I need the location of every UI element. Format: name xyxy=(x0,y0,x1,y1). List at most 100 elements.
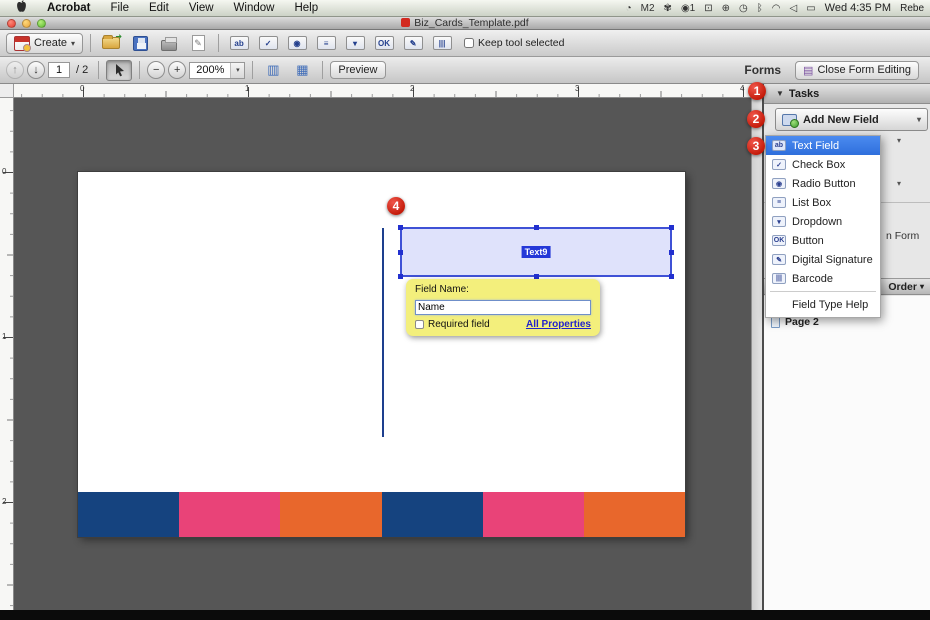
vertical-scrollbar[interactable] xyxy=(751,84,762,610)
menu-item-text-field[interactable]: ab Text Field xyxy=(766,136,880,155)
edit-document-button[interactable]: ✎ xyxy=(185,33,211,54)
airplay-icon[interactable]: ⊡ xyxy=(704,3,712,14)
barcode-tool-button[interactable]: ||| xyxy=(429,33,455,54)
menu-item-check-box[interactable]: ✓ Check Box xyxy=(766,155,880,174)
wifi-icon[interactable]: ◠ xyxy=(772,3,781,14)
form-icon: ▤ xyxy=(803,64,813,77)
selected-text-field[interactable]: Text9 xyxy=(400,227,672,277)
menu-acrobat[interactable]: Acrobat xyxy=(37,2,100,14)
apple-menu-icon[interactable] xyxy=(6,0,37,16)
fit-page-button[interactable]: ▦ xyxy=(289,60,315,81)
ruler-corner xyxy=(0,84,14,98)
menu-window[interactable]: Window xyxy=(224,2,285,14)
app-m2-icon[interactable]: M2 xyxy=(641,3,655,14)
menu-bar-clock[interactable]: Wed 4:35 PM xyxy=(825,2,891,14)
menu-bar-user[interactable]: Rebe xyxy=(900,3,924,14)
add-new-field-button[interactable]: Add New Field ▾ xyxy=(775,108,928,131)
keep-tool-selected-row: Keep tool selected xyxy=(464,37,564,49)
resize-handle[interactable] xyxy=(669,225,674,230)
resize-handle[interactable] xyxy=(398,250,403,255)
tasks-panel-header[interactable]: ▼ Tasks xyxy=(764,84,930,104)
color-block-orange xyxy=(584,492,685,537)
zoom-in-button[interactable]: + xyxy=(168,61,186,79)
print-button[interactable] xyxy=(156,33,182,54)
next-page-button[interactable]: ↓ xyxy=(27,61,45,79)
scrolling-mode-button[interactable]: ▥ xyxy=(260,60,286,81)
resize-handle[interactable] xyxy=(398,274,403,279)
preview-button[interactable]: Preview xyxy=(330,61,385,79)
zoom-out-button[interactable]: − xyxy=(147,61,165,79)
resize-handle[interactable] xyxy=(669,250,674,255)
ruler-mark: 0 xyxy=(2,167,6,176)
resize-handle[interactable] xyxy=(534,225,539,230)
volume-icon[interactable]: ◁ xyxy=(789,3,797,14)
list-box-tool-button[interactable]: ≡ xyxy=(313,33,339,54)
page-number-input[interactable] xyxy=(48,62,70,78)
menu-edit[interactable]: Edit xyxy=(139,2,179,14)
open-file-button[interactable] xyxy=(98,33,124,54)
menu-separator xyxy=(770,291,876,292)
ok-button-icon: OK xyxy=(375,36,394,50)
menu-item-dropdown[interactable]: ▾ Dropdown xyxy=(766,212,880,231)
bluetooth-icon[interactable]: ᛒ xyxy=(757,3,763,14)
text-field-icon: ab xyxy=(772,140,786,151)
radio-button-tool-button[interactable]: ◉ xyxy=(284,33,310,54)
color-block-navy xyxy=(78,492,179,537)
select-object-tool-button[interactable] xyxy=(106,60,132,81)
barcode-icon: ||| xyxy=(772,273,786,284)
menu-item-barcode[interactable]: ||| Barcode xyxy=(766,269,880,288)
menu-item-radio-button[interactable]: ◉ Radio Button xyxy=(766,174,880,193)
all-properties-link[interactable]: All Properties xyxy=(526,319,591,330)
menu-item-list-box[interactable]: ≡ List Box xyxy=(766,193,880,212)
menu-item-field-type-help[interactable]: Field Type Help xyxy=(766,295,880,314)
required-field-checkbox[interactable] xyxy=(415,320,424,329)
check-box-tool-button[interactable]: ✓ xyxy=(255,33,281,54)
keep-tool-selected-checkbox[interactable] xyxy=(464,38,474,48)
chevron-down-icon[interactable]: ▾ xyxy=(897,179,901,188)
save-file-button[interactable] xyxy=(127,33,153,54)
menu-file[interactable]: File xyxy=(100,2,139,14)
notification-count-icon[interactable]: ◉1 xyxy=(681,3,695,14)
field-name-input[interactable] xyxy=(415,300,591,315)
navigation-toolbar: ↑ ↓ / 2 − + 200% ▾ ▥ ▦ Preview Forms ▤ C… xyxy=(0,57,930,84)
partially-hidden-form-task-label[interactable]: n Form xyxy=(886,230,919,242)
close-form-editing-button[interactable]: ▤ Close Form Editing xyxy=(795,61,919,80)
field-name-highlighted[interactable]: Text9 xyxy=(522,246,551,258)
zoom-caret-icon[interactable]: ▾ xyxy=(230,63,244,78)
chevron-down-icon[interactable]: ▾ xyxy=(897,136,901,145)
step-badge-1: 1 xyxy=(748,82,766,100)
main-toolbar: Create ▾ ✎ ab ✓ ◉ ≡ ▾ OK ✎ ||| Keep tool… xyxy=(0,30,930,57)
disclosure-triangle-icon: ▼ xyxy=(776,89,784,98)
menu-item-digital-signature[interactable]: ✎ Digital Signature xyxy=(766,250,880,269)
list-box-icon: ≡ xyxy=(772,197,786,208)
step-badge-3: 3 xyxy=(747,137,765,155)
button-tool-button[interactable]: OK xyxy=(371,33,397,54)
resize-handle[interactable] xyxy=(669,274,674,279)
toolbar-separator xyxy=(139,61,140,79)
text-field-tool-button[interactable]: ab xyxy=(226,33,252,54)
ruler-mark: 2 xyxy=(2,497,6,506)
color-block-pink xyxy=(483,492,584,537)
menu-help[interactable]: Help xyxy=(284,2,328,14)
zoom-level-select[interactable]: 200% ▾ xyxy=(189,62,245,79)
previous-page-button[interactable]: ↑ xyxy=(6,61,24,79)
add-field-icon xyxy=(782,114,797,126)
digital-signature-tool-button[interactable]: ✎ xyxy=(400,33,426,54)
parallels-icon[interactable]: ◔ xyxy=(626,3,632,14)
menu-item-button[interactable]: OK Button xyxy=(766,231,880,250)
field-name-label: Field Name: xyxy=(415,284,591,295)
battery-icon[interactable]: ▭ xyxy=(806,3,815,14)
vertical-ruler: 0 1 2 xyxy=(0,98,14,610)
scrolling-mode-icon: ▥ xyxy=(267,62,279,78)
dropdown-icon: ▾ xyxy=(346,36,365,50)
page-icon xyxy=(771,317,780,328)
menu-view[interactable]: View xyxy=(179,2,224,14)
dropdown-tool-button[interactable]: ▾ xyxy=(342,33,368,54)
digital-signature-icon: ✎ xyxy=(404,36,423,50)
updates-icon[interactable]: ✾ xyxy=(664,3,672,14)
check-box-icon: ✓ xyxy=(259,36,278,50)
resize-handle[interactable] xyxy=(398,225,403,230)
upload-icon[interactable]: ⊕ xyxy=(722,3,730,14)
create-button[interactable]: Create ▾ xyxy=(6,33,83,54)
clock-icon[interactable]: ◷ xyxy=(739,3,748,14)
